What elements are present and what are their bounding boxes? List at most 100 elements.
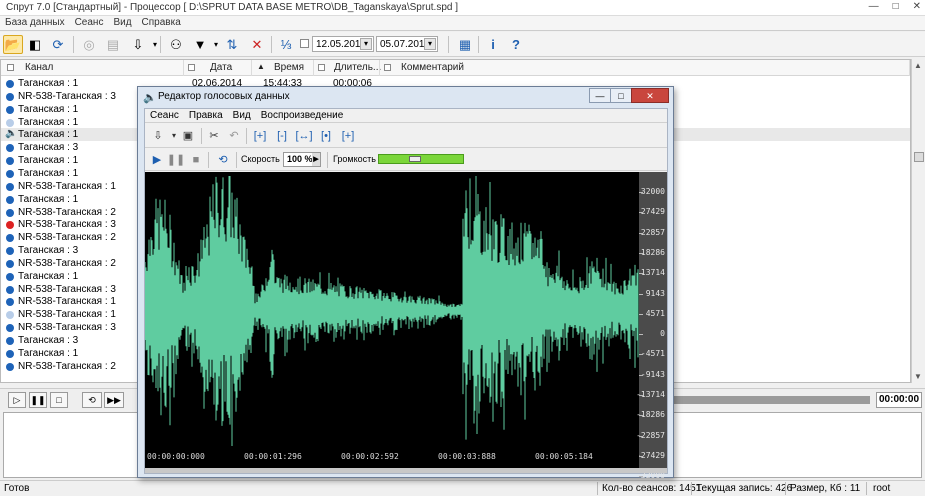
comment-column-checkbox[interactable] [384,64,391,71]
eraser-icon[interactable]: ◧ [25,35,45,54]
channel-cell: NR-538-Таганская : 1 [18,309,116,321]
date-range-icon[interactable]: ⅓ [276,35,296,54]
copy-icon[interactable]: ▤ [103,35,123,54]
status-dot-icon [6,272,14,281]
undo-icon[interactable]: ↶ [225,127,243,144]
binoculars-icon[interactable]: ⚇ [166,35,186,54]
editor-close-button[interactable]: ✕ [631,88,669,103]
refresh-icon[interactable]: ⟳ [48,35,68,54]
channel-cell: NR-538-Таганская : 1 [18,296,116,308]
stop-icon[interactable]: □ [50,392,68,408]
date-to-input[interactable]: 05.07.2014 ▾ [376,36,438,52]
zoom-out-icon[interactable]: [-] [273,127,291,144]
scale-tick [639,435,643,437]
editor-pause-icon[interactable]: ❚❚ [167,151,185,168]
volume-slider[interactable] [378,154,464,164]
channel-cell: Таганская : 1 [18,78,79,89]
date-column-checkbox[interactable] [188,64,195,71]
playback-time: 00:00:00 [876,392,922,408]
editor-menu-view[interactable]: Вид [228,109,256,122]
duration-column-checkbox[interactable] [318,64,325,71]
editor-hscrollbar[interactable] [145,468,667,473]
status-dot-icon [6,324,14,333]
editor-maximize-button[interactable]: □ [610,88,632,103]
speed-label: Скорость [241,154,280,164]
open-database-icon[interactable]: 📂 [3,35,23,54]
volume-knob[interactable] [409,156,421,162]
status-dot-icon [6,144,14,153]
menu-view[interactable]: Вид [108,16,136,30]
play-icon[interactable]: ▷ [8,392,26,408]
layout-icon[interactable]: ▦ [455,35,475,54]
maximize-button[interactable]: □ [893,1,899,12]
editor-menu-playback[interactable]: Воспроизведение [256,109,349,122]
loop-icon[interactable]: ⟲ [82,392,102,408]
scale-tick [639,252,643,254]
status-dot-icon [6,234,14,243]
fast-forward-icon[interactable]: ▶▶ [104,392,124,408]
minimize-button[interactable]: — [869,1,879,12]
close-button[interactable]: ✕ [913,1,921,12]
sort-icon[interactable]: ⇅ [222,35,242,54]
channel-cell: Таганская : 1 [18,167,79,179]
speed-arrow-icon[interactable]: ▶ [312,153,320,166]
waveform-graph[interactable] [144,172,639,450]
editor-title: Редактор голосовых данных [158,91,290,102]
scale-label: -4571 [640,349,665,359]
scale-label: 32000 [640,187,665,196]
select-all-checkbox[interactable] [7,64,14,71]
editor-stop-icon[interactable]: ■ [187,151,205,168]
zoom-in-icon[interactable]: [+] [251,127,269,144]
channel-cell: Таганская : 1 [18,103,79,115]
scale-tick [639,354,643,356]
menu-database[interactable]: База данных [0,16,70,30]
info-icon[interactable]: i [483,35,503,54]
zoom-full-icon[interactable]: [+] [339,127,357,144]
editor-play-icon[interactable]: ▶ [148,151,166,168]
pause-icon[interactable]: ❚❚ [29,392,47,408]
scale-label: 9143 [645,288,665,298]
speed-input[interactable]: 100 % ▶ [283,152,321,167]
playback-progress[interactable] [672,396,870,404]
menu-bar: База данных Сеанс Вид Справка [0,16,925,31]
header-time[interactable]: Время [274,62,304,73]
channel-cell: NR-538-Таганская : 2 [18,206,116,218]
app-window: Спрут 7.0 [Стандартный] - Процессор [ D:… [0,0,925,496]
date-from-input[interactable]: 12.05.2014 ▾ [312,36,374,52]
scale-tick [639,192,643,193]
scale-label: -9143 [640,369,665,379]
help-icon[interactable]: ? [506,35,526,54]
headphones-icon[interactable]: ◎ [79,35,99,54]
scroll-up-icon[interactable]: ▲ [914,61,922,70]
status-dot-icon [6,298,14,307]
window-title: Спрут 7.0 [Стандартный] - Процессор [ D:… [6,2,458,13]
speaker-icon: 🔈 [5,128,18,140]
menu-session[interactable]: Сеанс [70,16,109,30]
table-scrollbar[interactable]: ▲ ▼ [911,59,925,383]
calendar-dropdown-icon[interactable]: ▾ [360,38,372,50]
editor-menu-edit[interactable]: Правка [184,109,228,122]
delete-icon[interactable]: ✕ [247,35,267,54]
chevron-down-icon[interactable]: ▾ [145,35,165,54]
editor-menu-session[interactable]: Сеанс [145,109,184,122]
header-comment[interactable]: Комментарий [401,62,464,73]
menu-help[interactable]: Справка [137,16,186,30]
calendar-dropdown-icon[interactable]: ▾ [424,38,436,50]
channel-cell: NR-538-Таганская : 2 [18,257,116,269]
waveform-view[interactable] [144,172,639,468]
date-from-checkbox[interactable] [300,39,309,48]
editor-loop-icon[interactable]: ⟲ [214,151,232,168]
header-duration[interactable]: Длитель... [334,62,381,73]
scroll-down-icon[interactable]: ▼ [914,372,922,381]
cut-icon[interactable]: ✂ [205,127,223,144]
channel-cell: NR-538-Таганская : 2 [18,232,116,244]
status-ready: Готов [4,483,30,494]
editor-minimize-button[interactable]: — [589,88,611,103]
zoom-selection-icon[interactable]: [•] [317,127,335,144]
header-channel[interactable]: Канал [25,62,53,73]
status-dot-icon [6,285,14,294]
export-icon[interactable]: ▣ [179,127,197,144]
header-date[interactable]: Дата [210,62,232,73]
scrollbar-thumb[interactable] [914,152,924,162]
zoom-fit-icon[interactable]: [↔] [295,127,313,144]
